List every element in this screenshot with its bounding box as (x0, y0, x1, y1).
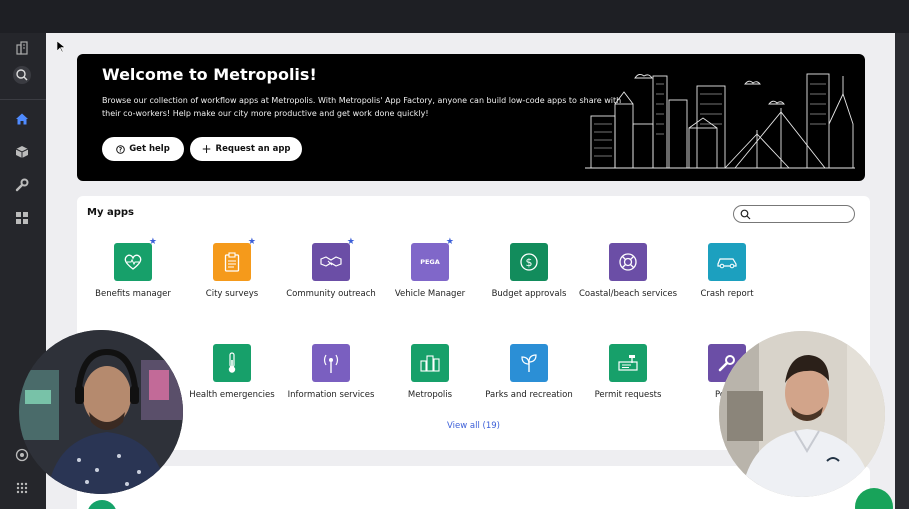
heart-icon: ★ (114, 238, 157, 281)
app-tile-budget-approvals[interactable]: $ Budget approvals (479, 243, 579, 300)
app-tile-city-surveys[interactable]: ★ City surveys (182, 238, 282, 300)
my-apps-title: My apps (87, 207, 134, 218)
permit-icon (609, 344, 647, 382)
pega-icon: PEGA ★ (411, 238, 454, 281)
clipboard-icon: ★ (213, 238, 256, 281)
apps-search-input[interactable] (733, 205, 855, 223)
app-label: Vehicle Manager (394, 289, 466, 299)
favorite-star-icon: ★ (148, 237, 157, 247)
webcam-overlay-left (19, 330, 183, 494)
app-tile-crash-report[interactable]: Crash report (677, 243, 777, 300)
app-label: Budget approvals (491, 289, 567, 299)
app-tile-community-outreach[interactable]: ★ Community outreach (281, 238, 381, 300)
app-icon (87, 500, 117, 509)
app-label: Coastal/beach services (578, 289, 677, 299)
app-tile-vehicle-manager[interactable]: PEGA ★ Vehicle Manager (380, 238, 480, 300)
search-icon (740, 209, 751, 220)
app-tile-coastal-beach-services[interactable]: Coastal/beach services (578, 243, 678, 300)
app-tile-information-services[interactable]: Information services (281, 344, 381, 401)
welcome-banner: Welcome to Metropolis! Browse our collec… (77, 54, 865, 181)
app-label: Health emergencies (189, 390, 275, 400)
dollar-icon: $ (510, 243, 548, 281)
get-help-button[interactable]: ? Get help (102, 137, 184, 161)
home-icon[interactable] (6, 106, 38, 132)
grid-icon[interactable] (6, 205, 38, 231)
cube-icon[interactable] (6, 139, 38, 165)
mouse-cursor-icon (57, 41, 65, 53)
wrench-icon[interactable] (6, 172, 38, 198)
svg-text:$: $ (526, 256, 533, 269)
question-icon: ? (116, 144, 126, 154)
app-label: Permit requests (594, 390, 662, 400)
antenna-icon (312, 344, 350, 382)
car-icon (708, 243, 746, 281)
city-skyline-illustration (585, 73, 855, 169)
building-icon[interactable] (6, 35, 38, 61)
lifebuoy-icon (609, 243, 647, 281)
sprout-icon (510, 344, 548, 382)
app-label: Benefits manager (95, 289, 171, 299)
pega-icon-text: PEGA (420, 258, 440, 266)
app-tile-permit-requests[interactable]: Permit requests (578, 344, 678, 401)
app-label: Parks and recreation (485, 390, 573, 400)
search-icon[interactable] (6, 62, 38, 88)
app-tile-health-emergencies[interactable]: Health emergencies (182, 344, 282, 401)
thermometer-icon (213, 344, 251, 382)
app-label: Crash report (700, 289, 754, 299)
svg-text:?: ? (119, 146, 123, 153)
welcome-description: Browse our collection of workflow apps a… (102, 96, 622, 118)
handshake-icon: ★ (312, 238, 355, 281)
app-tile-metropolis[interactable]: Metropolis (380, 344, 480, 401)
window-edge (895, 33, 909, 509)
request-app-button[interactable]: + Request an app (190, 137, 302, 161)
top-bar (0, 0, 909, 33)
favorite-star-icon: ★ (247, 237, 256, 247)
favorite-star-icon: ★ (346, 237, 355, 247)
app-tile-benefits-manager[interactable]: ★ Benefits manager (83, 238, 183, 300)
app-tile-parks-and-recreation[interactable]: Parks and recreation (479, 344, 579, 401)
favorite-star-icon: ★ (445, 237, 454, 247)
request-app-label: Request an app (215, 144, 291, 154)
webcam-overlay-right (719, 331, 885, 497)
app-label: City surveys (205, 289, 259, 299)
app-label: Information services (287, 390, 375, 400)
app-label: Metropolis (407, 390, 453, 400)
sidebar-divider (0, 99, 46, 100)
apps-icon[interactable] (6, 475, 38, 501)
plus-icon: + (201, 142, 212, 156)
welcome-title: Welcome to Metropolis! (102, 65, 317, 84)
app-label: Community outreach (286, 289, 376, 299)
city-icon (411, 344, 449, 382)
get-help-label: Get help (129, 144, 170, 154)
